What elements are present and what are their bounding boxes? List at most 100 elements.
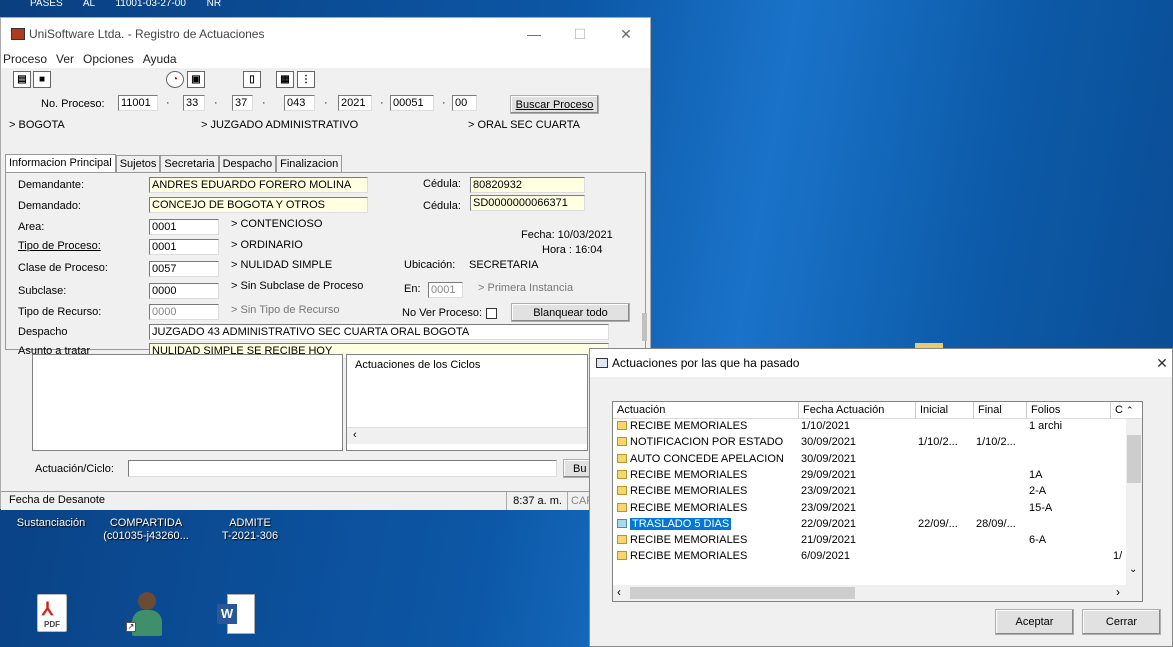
proceso-part-3[interactable]: 37	[232, 95, 253, 111]
cell-i	[916, 533, 974, 549]
demandante-field[interactable]: ANDRES EDUARDO FORERO MOLINA	[149, 177, 368, 193]
cell-fo: 2-A	[1029, 485, 1047, 498]
area-description: > CONTENCIOSO	[231, 218, 323, 230]
desktop-icon-sustanciacion[interactable]: Sustanciación	[6, 517, 96, 530]
word-icon[interactable]: W	[217, 594, 257, 634]
cell-fi	[974, 452, 1027, 468]
section-label: > ORAL SEC CUARTA	[468, 119, 580, 131]
actuacion-text: RECIBE MEMORIALES	[630, 501, 748, 514]
tipo-recurso-field[interactable]: 0000	[149, 304, 219, 320]
cedula-demandante-field[interactable]: 80820932	[470, 177, 585, 193]
cell-i: 1/10/2...	[918, 436, 958, 449]
aceptar-button[interactable]: Aceptar	[995, 609, 1074, 635]
table-hscroll[interactable]: ‹ ›	[613, 585, 1127, 601]
scroll-left-icon[interactable]: ‹	[353, 429, 357, 441]
despacho-field[interactable]: JUZGADO 43 ADMINISTRATIVO SEC CUARTA ORA…	[149, 324, 609, 340]
ciclos-hscroll[interactable]: ‹	[347, 427, 587, 444]
proceso-part-1[interactable]: 11001	[118, 95, 158, 111]
menu-opciones[interactable]: Opciones	[83, 52, 134, 66]
en-description: > Primera Instancia	[478, 282, 574, 294]
desktop-icon-compartida[interactable]: COMPARTIDA (c01035-j43260...	[100, 517, 192, 543]
save-icon[interactable]: ■	[33, 71, 51, 88]
actuaciones-list[interactable]	[32, 354, 343, 451]
proceso-part-4[interactable]: 043	[284, 95, 315, 111]
vscroll-thumb[interactable]	[1127, 435, 1141, 483]
panel-scrollbar[interactable]	[642, 313, 647, 341]
clock-icon[interactable]: ◔	[166, 71, 184, 88]
table-row[interactable]: NOTIFICACION POR ESTADO 30/09/2021 1/10/2.…	[613, 435, 1129, 451]
column-inicial[interactable]: Inicial	[916, 402, 974, 419]
pdf-icon[interactable]: ⅄ PDF	[37, 594, 67, 632]
tab-informacion-principal[interactable]: Informacion Principal	[5, 154, 116, 173]
demandante-label: Demandante:	[18, 179, 85, 191]
table-row[interactable]: RECIBE MEMORIALES 29/09/2021 1A	[613, 468, 1129, 484]
ciclos-list[interactable]: Actuaciones de los Ciclos ‹	[346, 354, 588, 451]
column-final[interactable]: Final	[974, 402, 1027, 419]
scroll-up-icon[interactable]: ⌃	[1126, 405, 1134, 415]
proceso-part-6[interactable]: 00051	[390, 95, 434, 111]
demandado-field[interactable]: CONCEJO DE BOGOTA Y OTROS	[149, 197, 368, 213]
buscar-proceso-button[interactable]: Buscar Proceso	[510, 95, 599, 114]
minimize-button[interactable]: —	[511, 18, 557, 50]
folder-icon	[617, 437, 627, 447]
table-row[interactable]: RECIBE MEMORIALES 6/09/2021 1/	[613, 549, 1129, 565]
tab-secretaria[interactable]: Secretaria	[160, 155, 219, 172]
proceso-part-7[interactable]: 00	[452, 95, 477, 111]
tree-icon[interactable]: ⋮	[297, 71, 315, 88]
scroll-right-icon[interactable]: ›	[1116, 585, 1120, 599]
cerrar-button[interactable]: Cerrar	[1082, 609, 1161, 635]
column-actuacion[interactable]: Actuación	[613, 402, 799, 419]
scroll-left-icon[interactable]: ‹	[617, 585, 621, 599]
column-c[interactable]: C ⌃	[1111, 402, 1142, 419]
area-label: Area:	[18, 221, 45, 233]
ubicacion-label: Ubicación:	[404, 259, 456, 271]
blanquear-todo-button[interactable]: Blanquear todo	[511, 303, 630, 322]
desktop-icon-admite[interactable]: ADMITE T-2021-306	[205, 517, 295, 543]
proceso-part-5[interactable]: 2021	[338, 95, 372, 111]
column-fecha-actuacion[interactable]: Fecha Actuación	[799, 402, 916, 419]
menu-ayuda[interactable]: Ayuda	[143, 52, 177, 66]
cell-i	[916, 501, 974, 517]
folder-icon	[617, 421, 627, 430]
table-row[interactable]: RECIBE MEMORIALES 1/10/2021 1 archi	[613, 419, 1129, 435]
no-ver-proceso-checkbox[interactable]	[486, 307, 498, 319]
tab-despacho[interactable]: Despacho	[218, 155, 277, 172]
tipo-proceso-field[interactable]: 0001	[149, 239, 219, 255]
cedula-demandado-field[interactable]: SD0000000066371	[470, 195, 585, 211]
dialog-close-icon[interactable]: ✕	[1150, 349, 1173, 377]
subclase-description: > Sin Subclase de Proceso	[231, 280, 364, 292]
close-button[interactable]: ✕	[603, 18, 649, 50]
hora-text: Hora : 16:04	[542, 244, 603, 256]
subclase-field[interactable]: 0000	[149, 283, 219, 299]
hscroll-thumb[interactable]	[630, 587, 855, 599]
document-icon[interactable]: ▣	[187, 71, 205, 88]
proceso-part-2[interactable]: 33	[183, 95, 205, 111]
tab-sujetos[interactable]: Sujetos	[115, 155, 161, 172]
tab-finalizacion[interactable]: Finalizacion	[276, 155, 343, 172]
menu-ver[interactable]: Ver	[56, 52, 74, 66]
new-page-icon[interactable]: ▯	[243, 71, 261, 88]
folder-icon	[617, 502, 627, 512]
area-field[interactable]: 0001	[149, 219, 219, 235]
en-field[interactable]: 0001	[428, 282, 463, 298]
actuacion-ciclo-input[interactable]	[128, 460, 557, 477]
table-row[interactable]: AUTO CONCEDE APELACION 30/09/2021	[613, 452, 1129, 468]
clase-proceso-field[interactable]: 0057	[149, 261, 219, 277]
table-row[interactable]: RECIBE MEMORIALES 21/09/2021 6-A	[613, 533, 1129, 549]
background-window-strip: PASES AL 11001-03-27-00 NR	[30, 0, 222, 9]
cell-fo	[1027, 517, 1111, 533]
table-row[interactable]: RECIBE MEMORIALES 23/09/2021 15-A	[613, 501, 1129, 517]
column-folios[interactable]: Folios	[1027, 402, 1111, 419]
calculator-icon[interactable]: ▦	[276, 71, 294, 88]
menu-proceso[interactable]: Proceso	[3, 52, 47, 66]
actuaciones-dialog: Actuaciones por las que ha pasado ✕ Actu…	[589, 348, 1173, 647]
table-row[interactable]: RECIBE MEMORIALES 23/09/2021 2-A	[613, 484, 1129, 500]
table-row[interactable]: TRASLADO 5 DIAS 22/09/2021 22/09/... 28/09/…	[613, 517, 1129, 533]
scroll-down-icon[interactable]: ⌄	[1129, 564, 1137, 575]
table-vscroll[interactable]: ⌄	[1126, 419, 1142, 601]
open-folder-icon[interactable]: ▤	[13, 71, 31, 88]
clase-proceso-description: > NULIDAD SIMPLE	[231, 259, 333, 271]
cell-i	[916, 484, 974, 500]
user-shortcut-icon[interactable]: ↗	[126, 592, 166, 638]
maximize-button[interactable]: ☐	[557, 18, 603, 50]
